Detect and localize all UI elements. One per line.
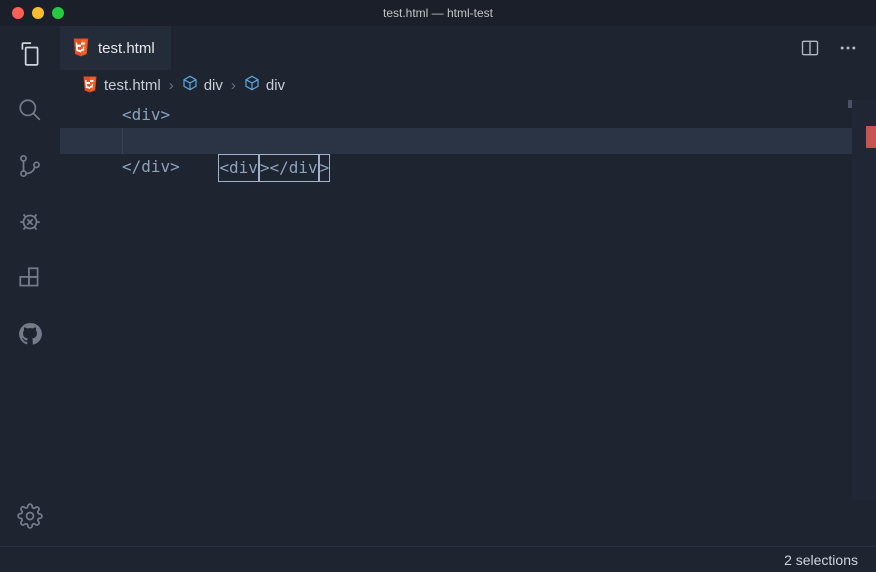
breadcrumb-file: test.html [104, 77, 161, 94]
tab-test-html[interactable]: test.html [60, 26, 171, 70]
minimap[interactable] [852, 100, 876, 500]
traffic-lights [12, 7, 64, 19]
html5-file-icon [72, 38, 90, 58]
github-icon[interactable] [16, 320, 44, 348]
settings-gear-icon[interactable] [16, 502, 44, 530]
extensions-icon[interactable] [16, 264, 44, 292]
editor-tab-row: test.html [60, 26, 876, 70]
code-line-3: </div> [122, 157, 180, 176]
symbol-icon [244, 75, 260, 95]
more-actions-icon[interactable] [838, 38, 858, 58]
split-editor-icon[interactable] [800, 38, 820, 58]
chevron-right-icon: › [231, 77, 236, 94]
chevron-right-icon: › [169, 77, 174, 94]
status-selections[interactable]: 2 selections [784, 552, 858, 568]
explorer-icon[interactable] [16, 40, 44, 68]
breadcrumb-seg2: div [266, 77, 285, 94]
breadcrumb[interactable]: test.html › div › div [60, 70, 876, 100]
zoom-window-icon[interactable] [52, 7, 64, 19]
code-line-1: <div> [122, 105, 170, 124]
debug-icon[interactable] [16, 208, 44, 236]
window-titlebar: test.html — html-test [0, 0, 876, 26]
search-icon[interactable] [16, 96, 44, 124]
symbol-icon [182, 75, 198, 95]
breadcrumb-seg1: div [204, 77, 223, 94]
activity-bar [0, 26, 60, 546]
html5-file-icon [82, 76, 98, 94]
close-window-icon[interactable] [12, 7, 24, 19]
source-control-icon[interactable] [16, 152, 44, 180]
tab-filename: test.html [98, 40, 155, 57]
status-bar: 2 selections [0, 546, 876, 572]
minimize-window-icon[interactable] [32, 7, 44, 19]
window-title: test.html — html-test [0, 6, 876, 20]
code-editor[interactable]: <div> <div></div> </div> [60, 100, 876, 546]
